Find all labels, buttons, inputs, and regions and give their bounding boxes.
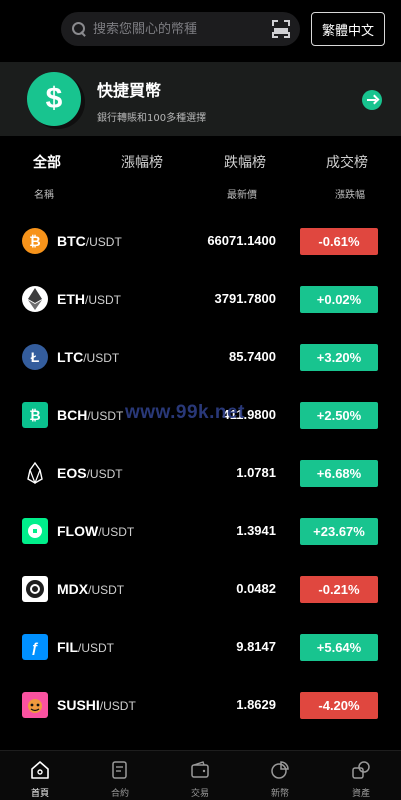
coin-symbol: LTC [57,349,84,365]
watermark: www.99k.net [125,402,245,423]
nav-assets[interactable]: 資產 [331,751,391,800]
litecoin-icon: Ł [22,344,48,370]
nav-label: 交易 [190,789,209,799]
scan-icon[interactable] [272,20,290,38]
arrow-right-icon[interactable] [362,90,382,110]
last-price: 66071.1400 [207,233,276,248]
last-price: 0.0482 [236,581,276,596]
last-price: 1.0781 [236,465,276,480]
coin-symbol: FLOW [57,523,99,539]
change-badge: +5.64% [300,634,378,661]
change-badge: +3.20% [300,344,378,371]
bottom-nav: 首頁 合約 交易 新幣 資產 [0,750,401,800]
change-badge: +6.68% [300,460,378,487]
last-price: 3791.7800 [214,291,276,306]
nav-label: 首頁 [30,789,49,799]
quote-currency: /USDT [85,293,121,307]
quote-currency: /USDT [87,409,124,423]
change-badge: +0.02% [300,286,378,313]
coin-symbol: FIL [57,639,78,655]
flow-icon [22,518,48,544]
last-price: 1.8629 [236,697,276,712]
nav-contract[interactable]: 合約 [90,751,150,800]
nav-trade[interactable]: 交易 [170,751,230,800]
change-badge: +2.50% [300,402,378,429]
search-input[interactable] [93,21,263,37]
quick-buy-title: 快捷買幣 [97,81,162,100]
quote-currency: /USDT [78,641,114,655]
tab-volume[interactable]: 成交榜 [326,152,368,172]
coin-symbol: EOS [57,465,87,481]
pie-chart-icon [271,761,289,779]
market-row-flow[interactable]: FLOW/USDT 1.3941 +23.67% [0,504,401,562]
nav-new-coins[interactable]: 新幣 [250,751,310,800]
coin-symbol: BTC [57,233,86,249]
nav-home[interactable]: 首頁 [10,751,70,800]
assets-icon [352,761,370,779]
quote-currency: /USDT [85,235,122,249]
coin-symbol: BCH [57,407,88,423]
quote-currency: /USDT [98,525,135,539]
change-badge: +23.67% [300,518,378,545]
column-header-price: 最新價 [227,190,257,201]
wallet-icon [191,761,209,778]
market-row-mdx[interactable]: MDX/USDT 0.0482 -0.21% [0,562,401,620]
filecoin-icon: ƒ [22,634,48,660]
change-badge: -4.20% [300,692,378,719]
language-button[interactable]: 繁體中文 [311,12,385,46]
tab-losers[interactable]: 跌幅榜 [224,152,266,172]
market-row-btc[interactable]: ₿ BTC/USDT 66071.1400 -0.61% [0,214,401,272]
column-header-name: 名稱 [34,190,54,201]
nav-label: 新幣 [270,789,289,799]
tab-gainers[interactable]: 漲幅榜 [121,152,163,172]
bitcoin-cash-icon: ₿ [22,402,48,428]
quote-currency: /USDT [86,467,123,481]
quick-buy-banner[interactable]: $ 快捷買幣 銀行轉賬和100多種選擇 [0,62,401,136]
market-tabs: 全部 漲幅榜 跌幅榜 成交榜 [0,152,401,174]
market-row-eth[interactable]: ETH/USDT 3791.7800 +0.02% [0,272,401,330]
ethereum-icon [22,286,48,312]
bitcoin-icon: ₿ [22,228,48,254]
last-price: 1.3941 [236,523,276,538]
market-row-eos[interactable]: EOS/USDT 1.0781 +6.68% [0,446,401,504]
column-header-change: 漲跌幅 [335,190,365,201]
quote-currency: /USDT [88,583,125,597]
quote-currency: /USDT [83,351,120,365]
change-badge: -0.61% [300,228,378,255]
nav-label: 合約 [110,789,129,799]
market-row-ltc[interactable]: Ł LTC/USDT 85.7400 +3.20% [0,330,401,388]
last-price: 85.7400 [229,349,276,364]
coin-symbol: MDX [57,581,89,597]
search-box[interactable] [61,12,300,46]
nav-label: 資產 [351,789,370,799]
search-icon [71,21,87,37]
change-badge: -0.21% [300,576,378,603]
sushi-icon [22,692,48,718]
eos-icon [22,460,48,486]
coin-symbol: ETH [57,291,85,307]
last-price: 9.8147 [236,639,276,654]
top-bar: 繁體中文 [0,0,401,60]
quote-currency: /USDT [99,699,136,713]
market-row-fil[interactable]: ƒ FIL/USDT 9.8147 +5.64% [0,620,401,678]
mdex-icon [22,576,48,602]
contract-icon [112,761,127,779]
coin-symbol: SUSHI [57,697,100,713]
tab-all[interactable]: 全部 [33,152,61,172]
market-row-sushi[interactable]: SUSHI/USDT 1.8629 -4.20% [0,678,401,736]
dollar-icon: $ [27,72,81,126]
home-icon [31,761,49,779]
quick-buy-subtitle: 銀行轉賬和100多種選擇 [97,113,207,124]
